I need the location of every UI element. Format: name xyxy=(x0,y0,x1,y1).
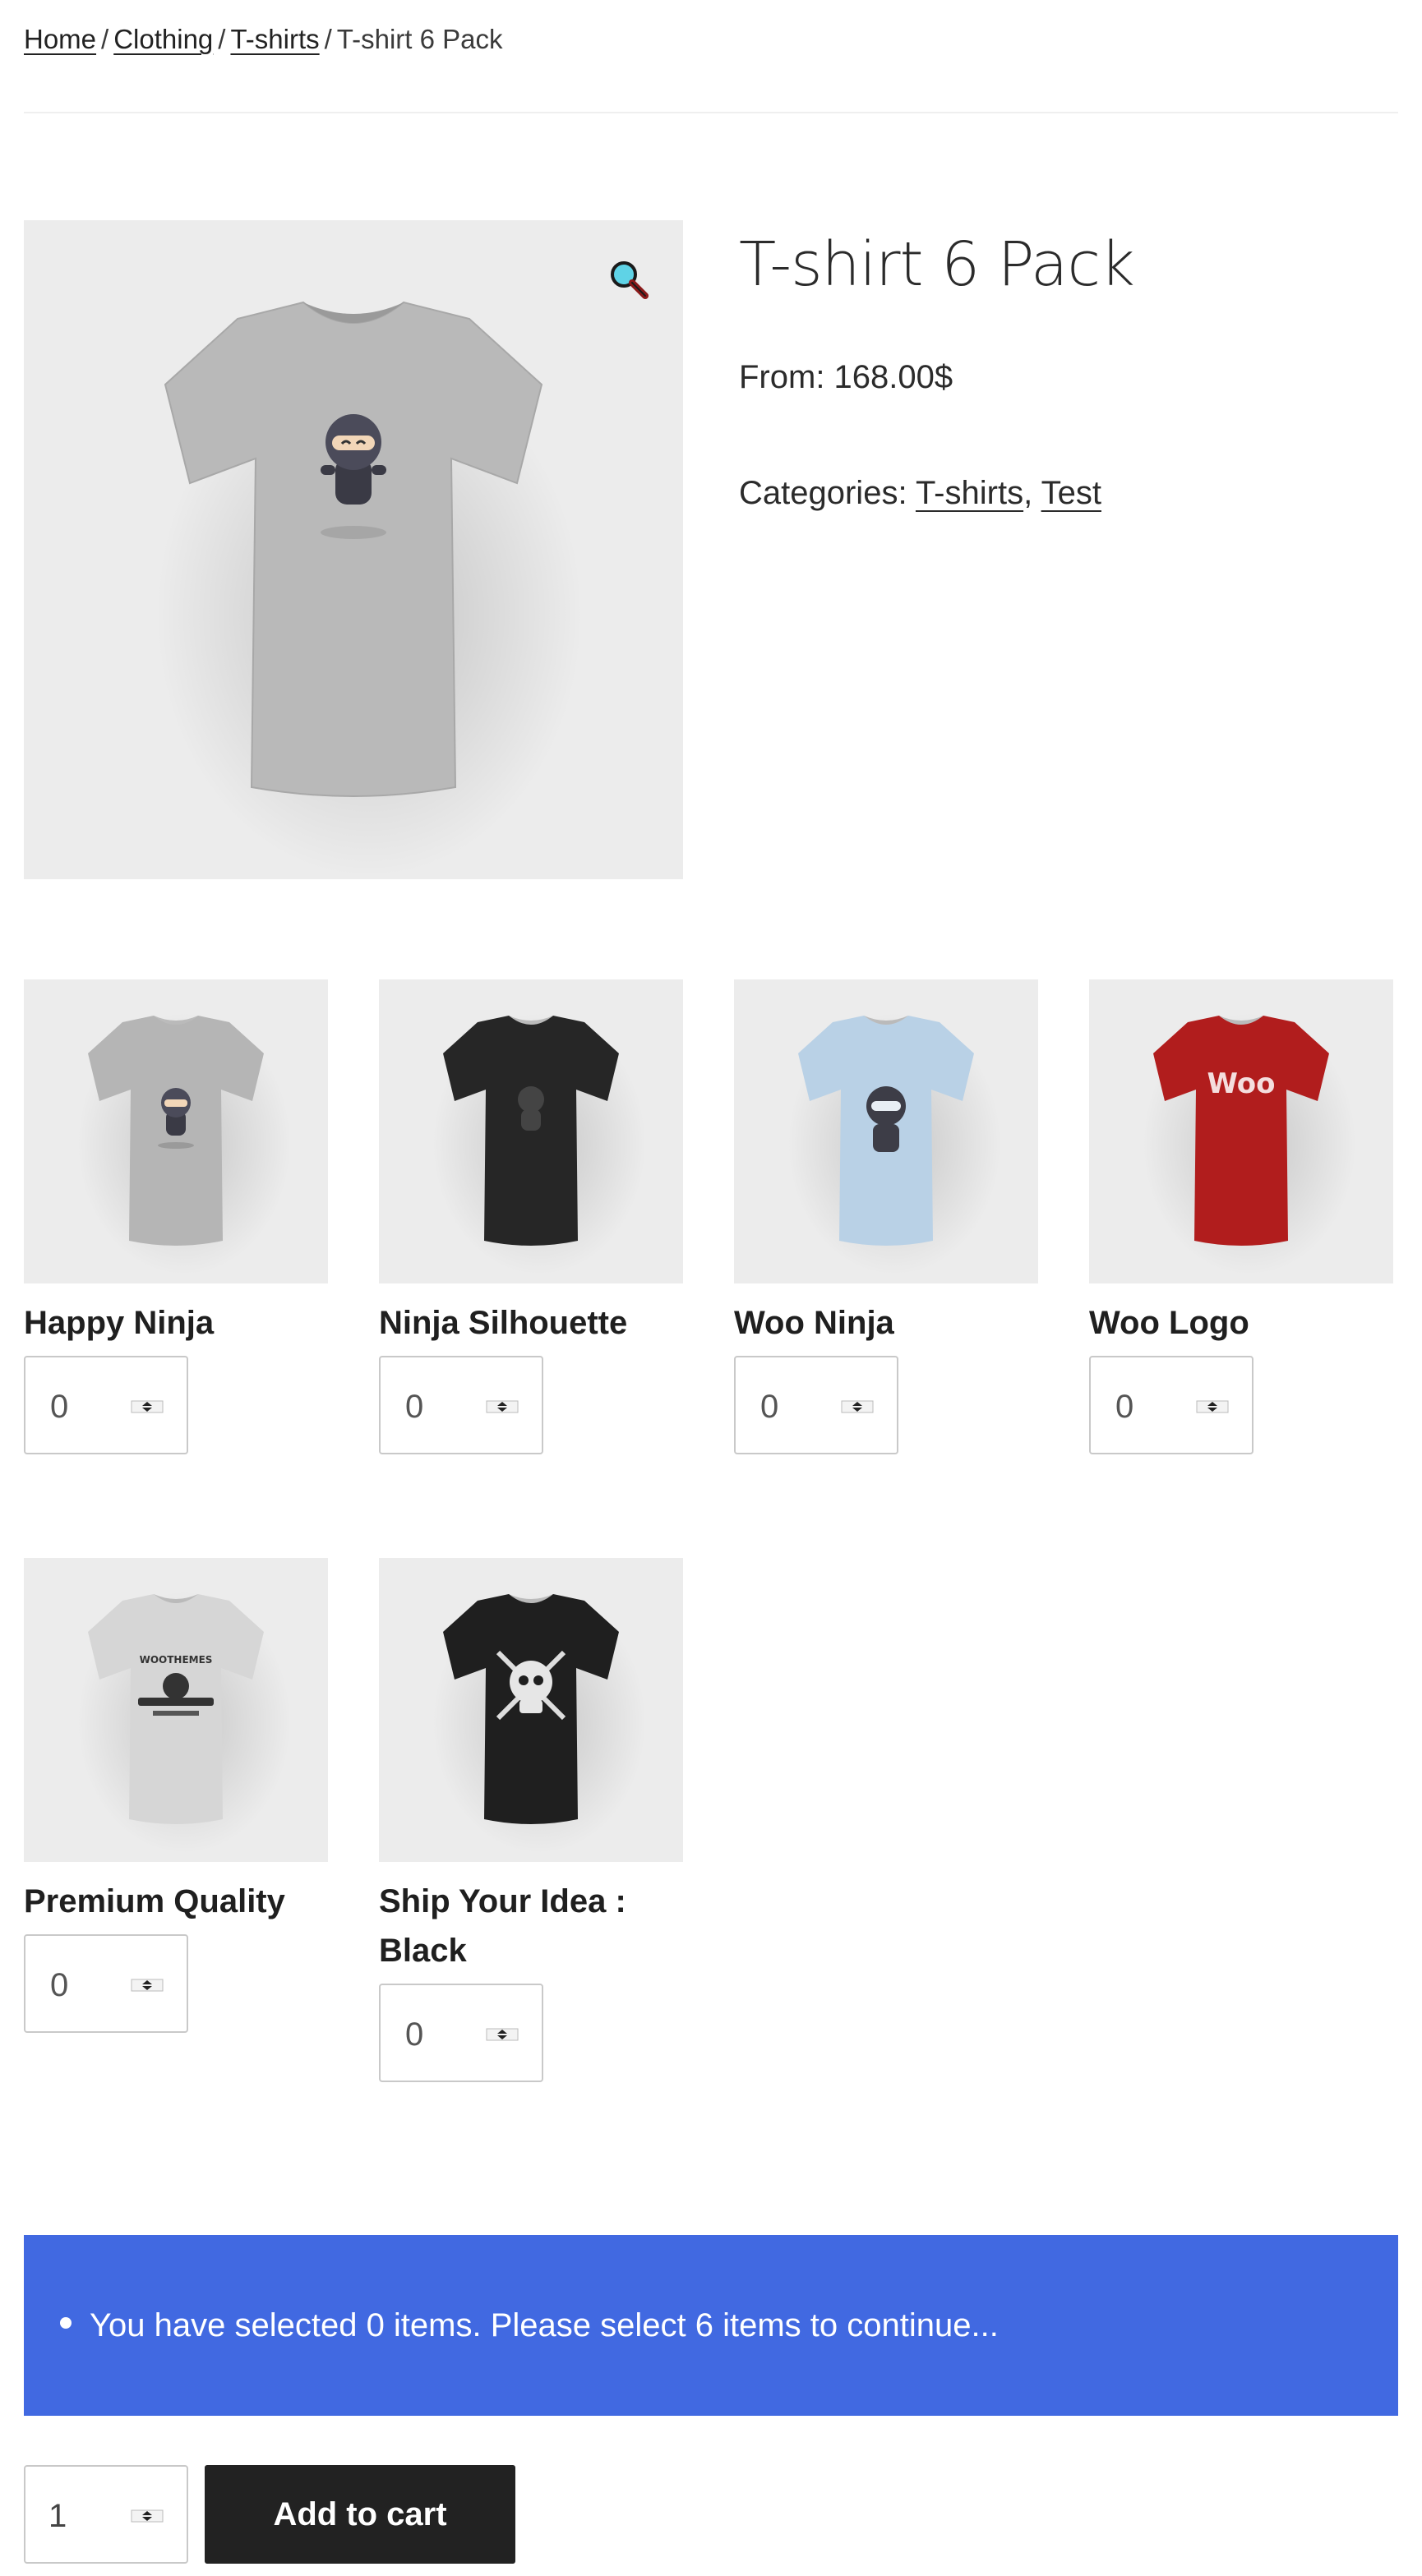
bundle-item-image[interactable]: Woo xyxy=(1089,979,1393,1283)
bundle-item-image[interactable] xyxy=(379,979,683,1283)
bundle-item-image[interactable] xyxy=(379,1558,683,1862)
main-tshirt-image xyxy=(155,301,583,878)
bundle-item-title: Woo Logo xyxy=(1089,1305,1249,1341)
bundle-item-quantity-input[interactable]: 0 xyxy=(734,1356,898,1454)
bundle-item-quantity-input[interactable]: 0 xyxy=(24,1356,188,1454)
bundle-item-quantity-value: 0 xyxy=(760,1389,779,1425)
notice-bullet xyxy=(60,2317,72,2329)
product-title: T-shirt 6 Pack xyxy=(739,229,1135,300)
bundle-item-quantity-value: 0 xyxy=(50,1389,69,1425)
cart-quantity-input[interactable]: 1 xyxy=(24,2465,188,2564)
bundle-item-quantity-input[interactable]: 0 xyxy=(379,1356,543,1454)
bundle-item: Happy Ninja 0 xyxy=(24,979,328,1454)
bundle-item-title: Premium Quality xyxy=(24,1883,285,1919)
bundle-item-image[interactable] xyxy=(734,979,1038,1283)
bundle-item-quantity-value: 0 xyxy=(50,1967,69,2003)
spinner-arrows-icon[interactable] xyxy=(486,1400,519,1413)
bundle-item-image[interactable]: WOOTHEMES xyxy=(24,1558,328,1862)
categories-label: Categories: xyxy=(739,475,907,511)
spinner-arrows-icon[interactable] xyxy=(131,1979,164,1992)
spinner-arrows-icon[interactable] xyxy=(131,1400,164,1413)
bundle-item: Woo Woo Logo 0 xyxy=(1089,979,1393,1454)
product-main-image[interactable] xyxy=(24,220,683,879)
breadcrumb-tshirts-link[interactable]: T-shirts xyxy=(230,24,319,54)
category-link-test[interactable]: Test xyxy=(1041,475,1101,511)
breadcrumb: Home / Clothing / T-shirts / T-shirt 6 Pack xyxy=(24,23,503,56)
bundle-item-quantity-value: 0 xyxy=(1115,1389,1134,1425)
bundle-item-title: Woo Ninja xyxy=(734,1305,894,1341)
bundle-item-title: Ship Your Idea : Black xyxy=(379,1883,626,1969)
breadcrumb-current: T-shirt 6 Pack xyxy=(336,24,503,54)
bundle-item: WOOTHEMES Premium Quality 0 xyxy=(24,1558,328,2033)
spinner-arrows-icon[interactable] xyxy=(131,2509,164,2523)
breadcrumb-clothing-link[interactable]: Clothing xyxy=(113,24,213,54)
bundle-item-quantity-value: 0 xyxy=(405,2016,424,2053)
breadcrumb-divider xyxy=(24,112,1398,113)
spinner-arrows-icon[interactable] xyxy=(486,2028,519,2041)
spinner-arrows-icon[interactable] xyxy=(1196,1400,1229,1413)
bundle-item-title: Ninja Silhouette xyxy=(379,1305,628,1341)
category-link-tshirts[interactable]: T-shirts xyxy=(916,475,1023,511)
svg-text:WOOTHEMES: WOOTHEMES xyxy=(140,1654,213,1666)
bundle-notice: You have selected 0 items. Please select… xyxy=(24,2235,1398,2416)
bundle-item: Ninja Silhouette 0 xyxy=(379,979,683,1454)
bundle-item-quantity-value: 0 xyxy=(405,1389,424,1425)
notice-message: You have selected 0 items. Please select… xyxy=(90,2307,999,2343)
spinner-arrows-icon[interactable] xyxy=(841,1400,874,1413)
breadcrumb-separator: / xyxy=(101,24,109,54)
add-to-cart-button[interactable]: Add to cart xyxy=(205,2465,515,2564)
product-categories: Categories: T-shirts, Test xyxy=(739,472,1101,514)
magnifier-icon[interactable] xyxy=(606,256,652,302)
bundle-item: Ship Your Idea : Black 0 xyxy=(379,1558,683,2082)
product-price: From: 168.00$ xyxy=(739,359,953,395)
bundle-item: Woo Ninja 0 xyxy=(734,979,1038,1454)
breadcrumb-separator: / xyxy=(218,24,226,54)
breadcrumb-home-link[interactable]: Home xyxy=(24,24,96,54)
bundle-item-quantity-input[interactable]: 0 xyxy=(24,1934,188,2033)
breadcrumb-separator: / xyxy=(324,24,332,54)
woo-logo-print: Woo xyxy=(1207,1067,1275,1100)
cart-quantity-value: 1 xyxy=(48,2498,67,2534)
category-separator: , xyxy=(1023,475,1033,511)
bundle-item-image[interactable] xyxy=(24,979,328,1283)
bundle-item-quantity-input[interactable]: 0 xyxy=(379,1984,543,2082)
bundle-item-title: Happy Ninja xyxy=(24,1305,215,1341)
bundle-item-quantity-input[interactable]: 0 xyxy=(1089,1356,1253,1454)
